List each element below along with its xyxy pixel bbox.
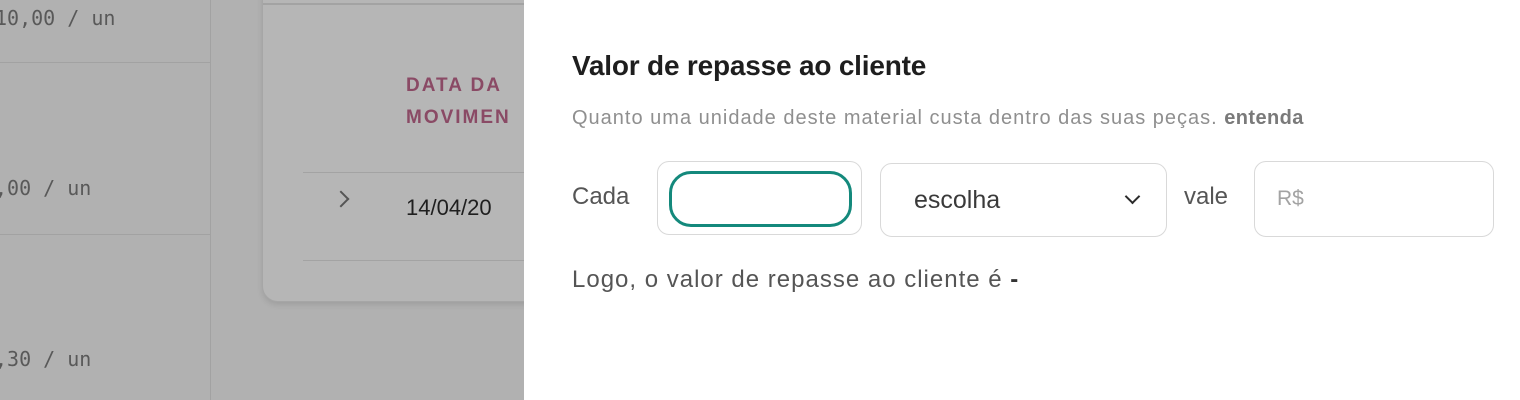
- divider: [303, 172, 524, 173]
- unit-price: ,00 / un: [0, 176, 92, 200]
- result-text: Logo, o valor de repasse ao cliente é: [572, 266, 1003, 293]
- divider: [263, 3, 524, 5]
- panel-subtitle: Quanto uma unidade deste material custa …: [572, 107, 1304, 130]
- worth-label: vale: [1184, 183, 1229, 210]
- table-row-date: 14/04/20: [406, 195, 492, 220]
- each-label: Cada: [572, 183, 630, 210]
- background-page-overlay[interactable]: 10,00 / un ,00 / un ,30 / un DATA DA MOV…: [0, 0, 524, 400]
- app-root: 10,00 / un ,00 / un ,30 / un DATA DA MOV…: [0, 0, 1520, 400]
- result-value: -: [1010, 266, 1020, 293]
- quantity-field: [657, 161, 862, 235]
- panel-subtitle-text: Quanto uma unidade deste material custa …: [572, 107, 1218, 129]
- client-pass-through-panel: Valor de repasse ao cliente Quanto uma u…: [524, 0, 1520, 400]
- movements-card: DATA DA MOVIMEN 14/04/20: [262, 0, 524, 302]
- unit-select-value: escolha: [914, 186, 1001, 214]
- price-row: ,00 / un: [0, 62, 210, 235]
- unit-price: 10,00 / un: [0, 6, 116, 30]
- price-row: ,30 / un: [0, 234, 210, 400]
- value-input[interactable]: [1254, 161, 1494, 237]
- price-column: 10,00 / un ,00 / un ,30 / un: [0, 0, 211, 400]
- divider: [303, 260, 524, 261]
- quantity-input[interactable]: [669, 171, 852, 227]
- column-header-movement-date: DATA DA MOVIMEN: [406, 75, 511, 128]
- result-line: Logo, o valor de repasse ao cliente é -: [572, 266, 1019, 294]
- chevron-right-icon[interactable]: [332, 190, 350, 208]
- learn-more-link[interactable]: entenda: [1224, 107, 1303, 129]
- price-row: 10,00 / un: [0, 0, 210, 63]
- unit-select[interactable]: escolha: [880, 163, 1167, 237]
- chevron-down-icon: [1124, 188, 1141, 205]
- unit-price: ,30 / un: [0, 347, 92, 371]
- panel-title: Valor de repasse ao cliente: [572, 50, 927, 81]
